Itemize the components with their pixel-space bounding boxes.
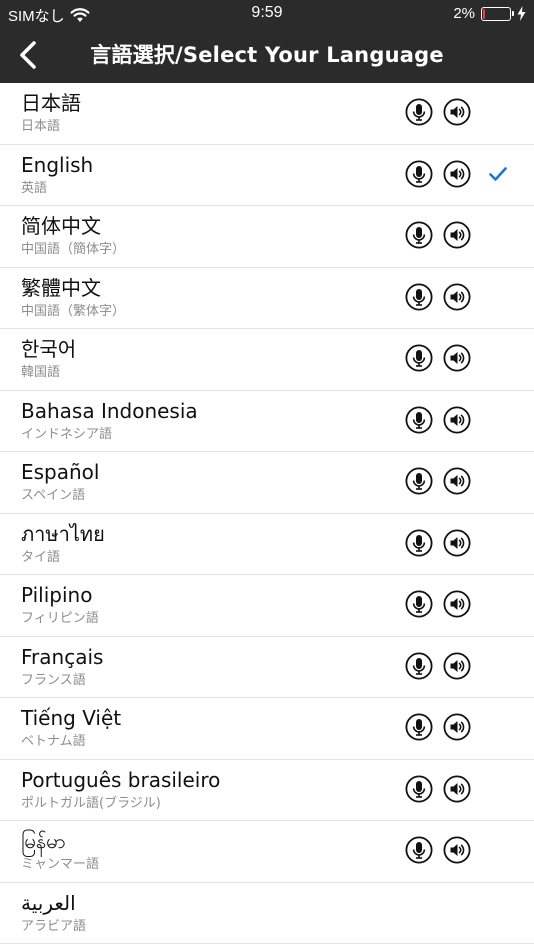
language-list: 日本語 日本語 English 英語 简体中文 中国語（簡体字） 繁體中文 中国語（繁体字） 한… [0,83,534,944]
microphone-icon[interactable] [405,98,433,126]
speaker-icon[interactable] [443,774,471,803]
language-subtitle: アラビア語 [21,918,87,934]
language-subtitle: 中国語（簡体字） [21,242,126,257]
language-name: ภาษาไทย [21,521,105,546]
language-text: 日本語 日本語 [21,90,81,136]
speaker-icon[interactable] [443,221,471,249]
language-row[interactable]: 한국어 韓国語 [0,329,534,391]
language-text: Français フランス語 [21,644,103,690]
language-name: 한국어 [21,337,77,361]
language-row[interactable]: 繁體中文中国語（繁体字） [0,268,534,329]
language-row[interactable]: 简体中文中国語（簡体字） [0,206,534,268]
language-subtitle: 英語 [21,180,48,196]
language-subtitle: スペイン語 [21,488,86,503]
language-text: Tiếng Việt ベトナム語 [21,705,121,751]
language-subtitle: フランス語 [21,672,86,688]
language-row[interactable]: العربية アラビア語 [0,883,534,944]
speaker-icon[interactable] [443,344,471,372]
language-text: Português brasileiro ポルトガル語(ブラジル) [21,767,220,813]
language-text: မြန်မာ ミャンマー語 [21,828,99,874]
microphone-icon[interactable] [405,836,433,864]
speaker-icon[interactable] [443,282,471,311]
language-name: English [21,152,94,177]
language-row[interactable]: Español スペイン語 [0,452,534,514]
language-row[interactable]: Português brasileiro ポルトガル語(ブラジル) [0,760,534,821]
language-subtitle: ポルトガル語(ブラジル) [21,795,161,811]
language-name: 简体中文 [21,214,101,238]
microphone-icon[interactable] [405,713,433,741]
language-row[interactable]: ภาษาไทย タイ語 [0,514,534,575]
speaker-icon[interactable] [443,651,471,680]
language-row[interactable]: Français フランス語 [0,637,534,698]
charging-bolt-icon [517,6,526,21]
battery-icon [481,6,514,21]
microphone-icon[interactable] [405,467,433,495]
microphone-icon[interactable] [405,774,433,803]
language-row[interactable]: Pilipino フィリピン語 [0,575,534,637]
page-title: 言語選択/Select Your Language [90,43,444,67]
battery-fill [483,8,485,19]
microphone-icon[interactable] [405,282,433,311]
language-name: မြန်မာ [21,829,66,853]
speaker-icon[interactable] [443,590,471,618]
language-subtitle: ミャンマー語 [21,857,100,872]
microphone-icon[interactable] [405,651,433,680]
language-subtitle: フィリピン語 [21,611,99,626]
nav-bar: 言語選択/Select Your Language [0,28,534,83]
language-name: Tiếng Việt [21,706,122,730]
language-name: Español [21,460,100,484]
language-row[interactable]: English 英語 [0,145,534,206]
checkmark-icon [488,165,508,183]
status-bar: SIMなし 9:59 2% [0,0,534,28]
language-row[interactable]: မြန်မာ ミャンマー語 [0,821,534,883]
language-text: ภาษาไทย タイ語 [21,521,105,567]
battery-percent: 2% [453,5,475,22]
language-subtitle: インドネシア語 [21,426,113,442]
language-name: 日本語 [21,91,81,115]
language-subtitle: タイ語 [21,549,61,565]
speaker-icon[interactable] [443,528,471,557]
microphone-icon[interactable] [405,159,433,188]
speaker-icon[interactable] [443,836,471,864]
language-row[interactable]: Bahasa Indonesia インドネシア語 [0,391,534,452]
language-name: Pilipino [21,583,93,607]
language-text: 简体中文中国語（簡体字） [21,213,125,259]
microphone-icon[interactable] [405,344,433,372]
language-subtitle: 日本語 [21,119,61,134]
language-text: Bahasa Indonesia インドネシア語 [21,398,198,444]
microphone-icon[interactable] [405,405,433,434]
chevron-left-icon [20,41,36,69]
language-text: Español スペイン語 [21,459,99,505]
language-row[interactable]: 日本語 日本語 [0,83,534,145]
language-subtitle: 中国語（繁体字） [21,303,126,319]
language-name: 繁體中文 [21,275,101,300]
microphone-icon[interactable] [405,221,433,249]
speaker-icon[interactable] [443,405,471,434]
language-name: Bahasa Indonesia [21,398,198,423]
speaker-icon[interactable] [443,467,471,495]
speaker-icon[interactable] [443,98,471,126]
language-text: Pilipino フィリピン語 [21,582,99,628]
microphone-icon[interactable] [405,590,433,618]
back-button[interactable] [10,36,46,74]
language-text: 繁體中文中国語（繁体字） [21,275,125,321]
language-text: العربية アラビア語 [21,890,86,936]
speaker-icon[interactable] [443,159,471,188]
language-name: العربية [21,890,76,915]
status-right: 2% [453,5,526,22]
language-subtitle: 韓国語 [21,365,61,380]
language-text: 한국어 韓国語 [21,336,76,382]
language-subtitle: ベトナム語 [21,734,86,749]
microphone-icon[interactable] [405,528,433,557]
language-text: English 英語 [21,152,93,198]
language-name: Português brasileiro [21,767,221,792]
speaker-icon[interactable] [443,713,471,741]
language-row[interactable]: Tiếng Việt ベトナム語 [0,698,534,760]
language-name: Français [21,644,104,669]
